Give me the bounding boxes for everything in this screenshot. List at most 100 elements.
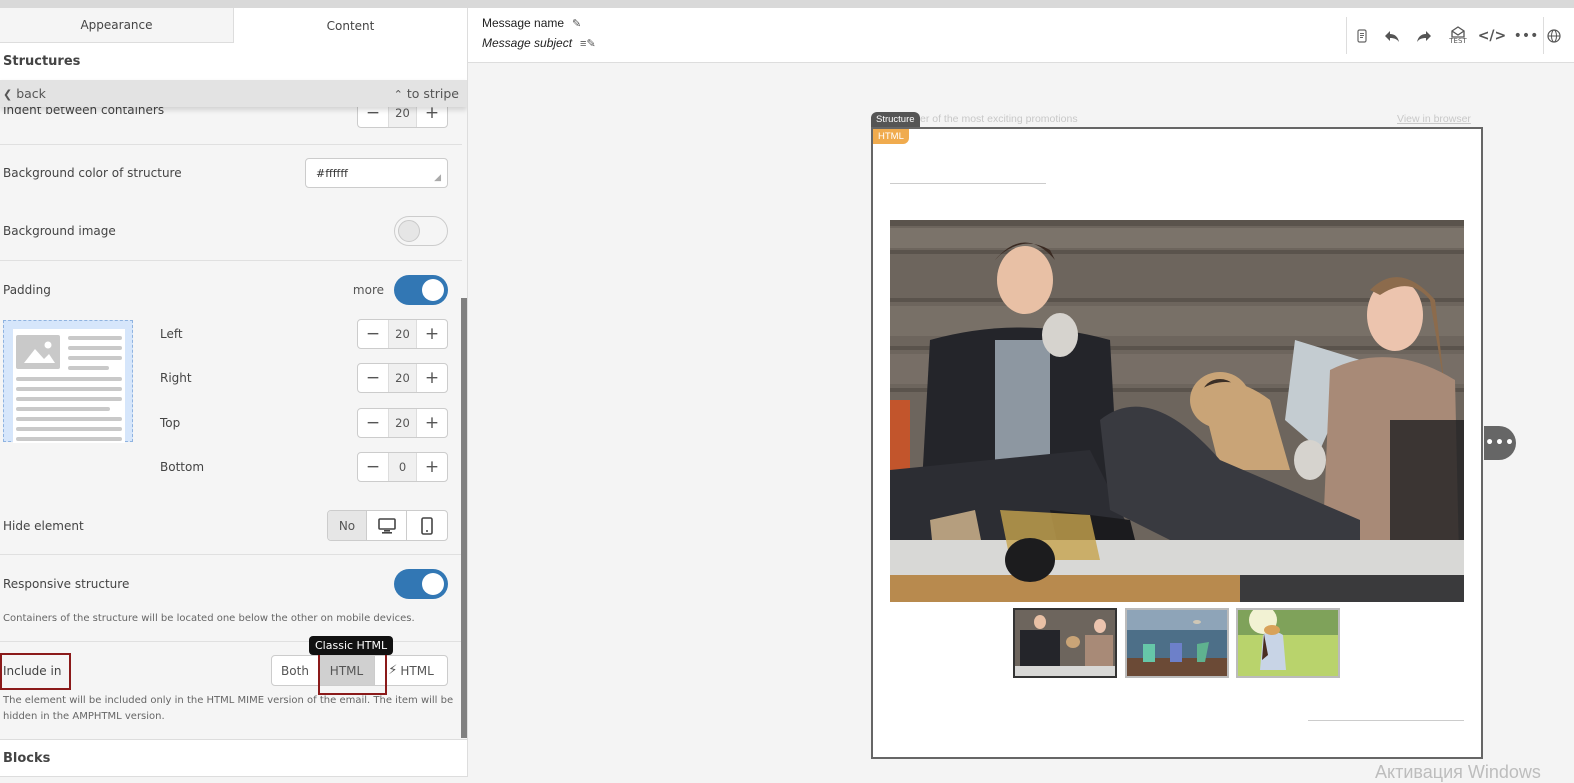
- padding-top-stepper[interactable]: − 20 +: [357, 408, 448, 438]
- padding-bottom-value[interactable]: 0: [388, 453, 417, 481]
- divider: [0, 144, 462, 145]
- friends-photo-illustration: [890, 220, 1464, 602]
- hide-element-options: No: [327, 510, 448, 541]
- bg-color-label: Background color of structure: [3, 166, 182, 180]
- subject-edit-icon: ≡✎: [580, 38, 596, 50]
- padding-top-value[interactable]: 20: [388, 409, 417, 437]
- html-badge: HTML: [873, 129, 909, 144]
- bg-image-row: Background image: [0, 216, 462, 246]
- tab-appearance[interactable]: Appearance: [0, 8, 234, 43]
- view-in-browser-link[interactable]: View in browser: [1397, 113, 1471, 125]
- hide-desktop-button[interactable]: [367, 511, 407, 540]
- padding-bottom-row: Bottom − 0 +: [157, 452, 462, 482]
- include-both-button[interactable]: Both: [272, 656, 319, 685]
- html-option-highlight: [318, 650, 387, 695]
- more-icon: •••: [1485, 435, 1515, 451]
- thumbnail-meadow[interactable]: [1236, 608, 1340, 678]
- code-button[interactable]: </>: [1475, 17, 1509, 54]
- padding-left-stepper[interactable]: − 20 +: [357, 319, 448, 349]
- include-in-note-line1: The element will be included only in the…: [3, 695, 454, 706]
- decrement-button[interactable]: −: [358, 409, 388, 437]
- test-label: TEST: [1449, 37, 1467, 45]
- editor-toolbar: TEST </> •••: [1346, 17, 1564, 54]
- padding-right-value[interactable]: 20: [388, 364, 417, 392]
- more-options-button[interactable]: •••: [1509, 17, 1543, 54]
- classic-html-tooltip: Classic HTML: [309, 636, 394, 655]
- redo-button[interactable]: [1407, 17, 1441, 54]
- responsive-toggle[interactable]: [394, 569, 448, 599]
- padding-left-value[interactable]: 20: [388, 320, 417, 348]
- padding-bottom-stepper[interactable]: − 0 +: [357, 452, 448, 482]
- thumbnail-beach[interactable]: [1125, 608, 1229, 678]
- top-strip: [0, 0, 1574, 8]
- back-bar: ❮ back ⌃ to stripe: [0, 80, 467, 107]
- pencil-icon: ✎: [572, 18, 582, 30]
- increment-button[interactable]: +: [417, 409, 447, 437]
- tab-content[interactable]: Content: [234, 8, 467, 43]
- padding-more-label: more: [352, 283, 384, 297]
- panel-tabs: Appearance Content: [0, 8, 467, 43]
- lightning-icon: ⚡︎: [388, 663, 398, 678]
- padding-bottom-label: Bottom: [160, 460, 205, 474]
- test-email-button[interactable]: TEST: [1441, 17, 1475, 54]
- language-button[interactable]: [1544, 17, 1564, 54]
- include-in-note: The element will be included only in the…: [3, 693, 453, 725]
- to-stripe-label: to stripe: [406, 86, 459, 101]
- chevron-left-icon: ❮: [3, 88, 13, 101]
- toggle-knob: [422, 279, 444, 301]
- hide-mobile-button[interactable]: [407, 511, 447, 540]
- amp-html-label: HTML: [400, 663, 434, 678]
- padding-right-label: Right: [160, 371, 192, 385]
- undo-button[interactable]: [1377, 17, 1407, 54]
- mobile-preview-icon: [1357, 28, 1367, 43]
- structure-more-button[interactable]: •••: [1484, 426, 1516, 460]
- mobile-preview-button[interactable]: [1347, 17, 1377, 54]
- bg-image-toggle[interactable]: [394, 216, 448, 246]
- increment-button[interactable]: +: [417, 453, 447, 481]
- increment-button[interactable]: +: [417, 364, 447, 392]
- hide-element-label: Hide element: [3, 518, 84, 533]
- responsive-row: Responsive structure: [0, 569, 462, 599]
- message-name-label: Message name: [482, 16, 565, 30]
- padding-top-label: Top: [160, 416, 181, 430]
- main-photo[interactable]: [890, 220, 1464, 602]
- hide-element-row: Hide element No: [0, 510, 462, 541]
- responsive-note: Containers of the structure will be loca…: [3, 613, 415, 624]
- decrement-button[interactable]: −: [358, 453, 388, 481]
- hide-no-button[interactable]: No: [328, 511, 367, 540]
- more-icon: •••: [1513, 27, 1539, 44]
- structure-badge: Structure: [871, 112, 920, 127]
- message-subject[interactable]: Message subject ≡✎: [482, 36, 596, 50]
- windows-watermark: Активация Windows: [1375, 762, 1541, 782]
- padding-right-stepper[interactable]: − 20 +: [357, 363, 448, 393]
- bg-color-input[interactable]: #ffffff ◢: [305, 158, 448, 188]
- padding-left-label: Left: [160, 327, 183, 341]
- decrement-button[interactable]: −: [358, 364, 388, 392]
- back-label: back: [16, 86, 46, 101]
- redo-icon: [1417, 30, 1431, 42]
- include-in-highlight: [0, 653, 71, 690]
- padding-right-row: Right − 20 +: [157, 363, 462, 393]
- divider: [0, 554, 462, 555]
- undo-icon: [1385, 30, 1399, 42]
- message-name[interactable]: Message name ✎: [482, 16, 581, 30]
- desktop-icon: [377, 517, 396, 534]
- blocks-title[interactable]: Blocks: [0, 739, 467, 777]
- decrement-button[interactable]: −: [358, 320, 388, 348]
- bg-image-label: Background image: [3, 224, 116, 238]
- increment-button[interactable]: +: [417, 320, 447, 348]
- message-subject-label: Message subject: [482, 36, 573, 50]
- divider-line: [1308, 720, 1464, 721]
- padding-top-row: Top − 20 +: [157, 408, 462, 438]
- padding-controls: more: [353, 275, 448, 305]
- back-button[interactable]: ❮ back: [3, 86, 46, 101]
- thumbnail-friends[interactable]: [1013, 608, 1117, 678]
- code-icon: </>: [1477, 27, 1507, 44]
- settings-panel: Appearance Content Structures ❮ back ⌃ t…: [0, 8, 468, 777]
- panel-scrollbar[interactable]: [461, 298, 467, 738]
- include-in-note-line2: hidden in the AMPHTML version.: [3, 711, 165, 722]
- padding-more-toggle[interactable]: [394, 275, 448, 305]
- to-stripe-button[interactable]: ⌃ to stripe: [394, 86, 459, 101]
- divider-line: [890, 183, 1046, 184]
- toggle-knob: [398, 220, 420, 242]
